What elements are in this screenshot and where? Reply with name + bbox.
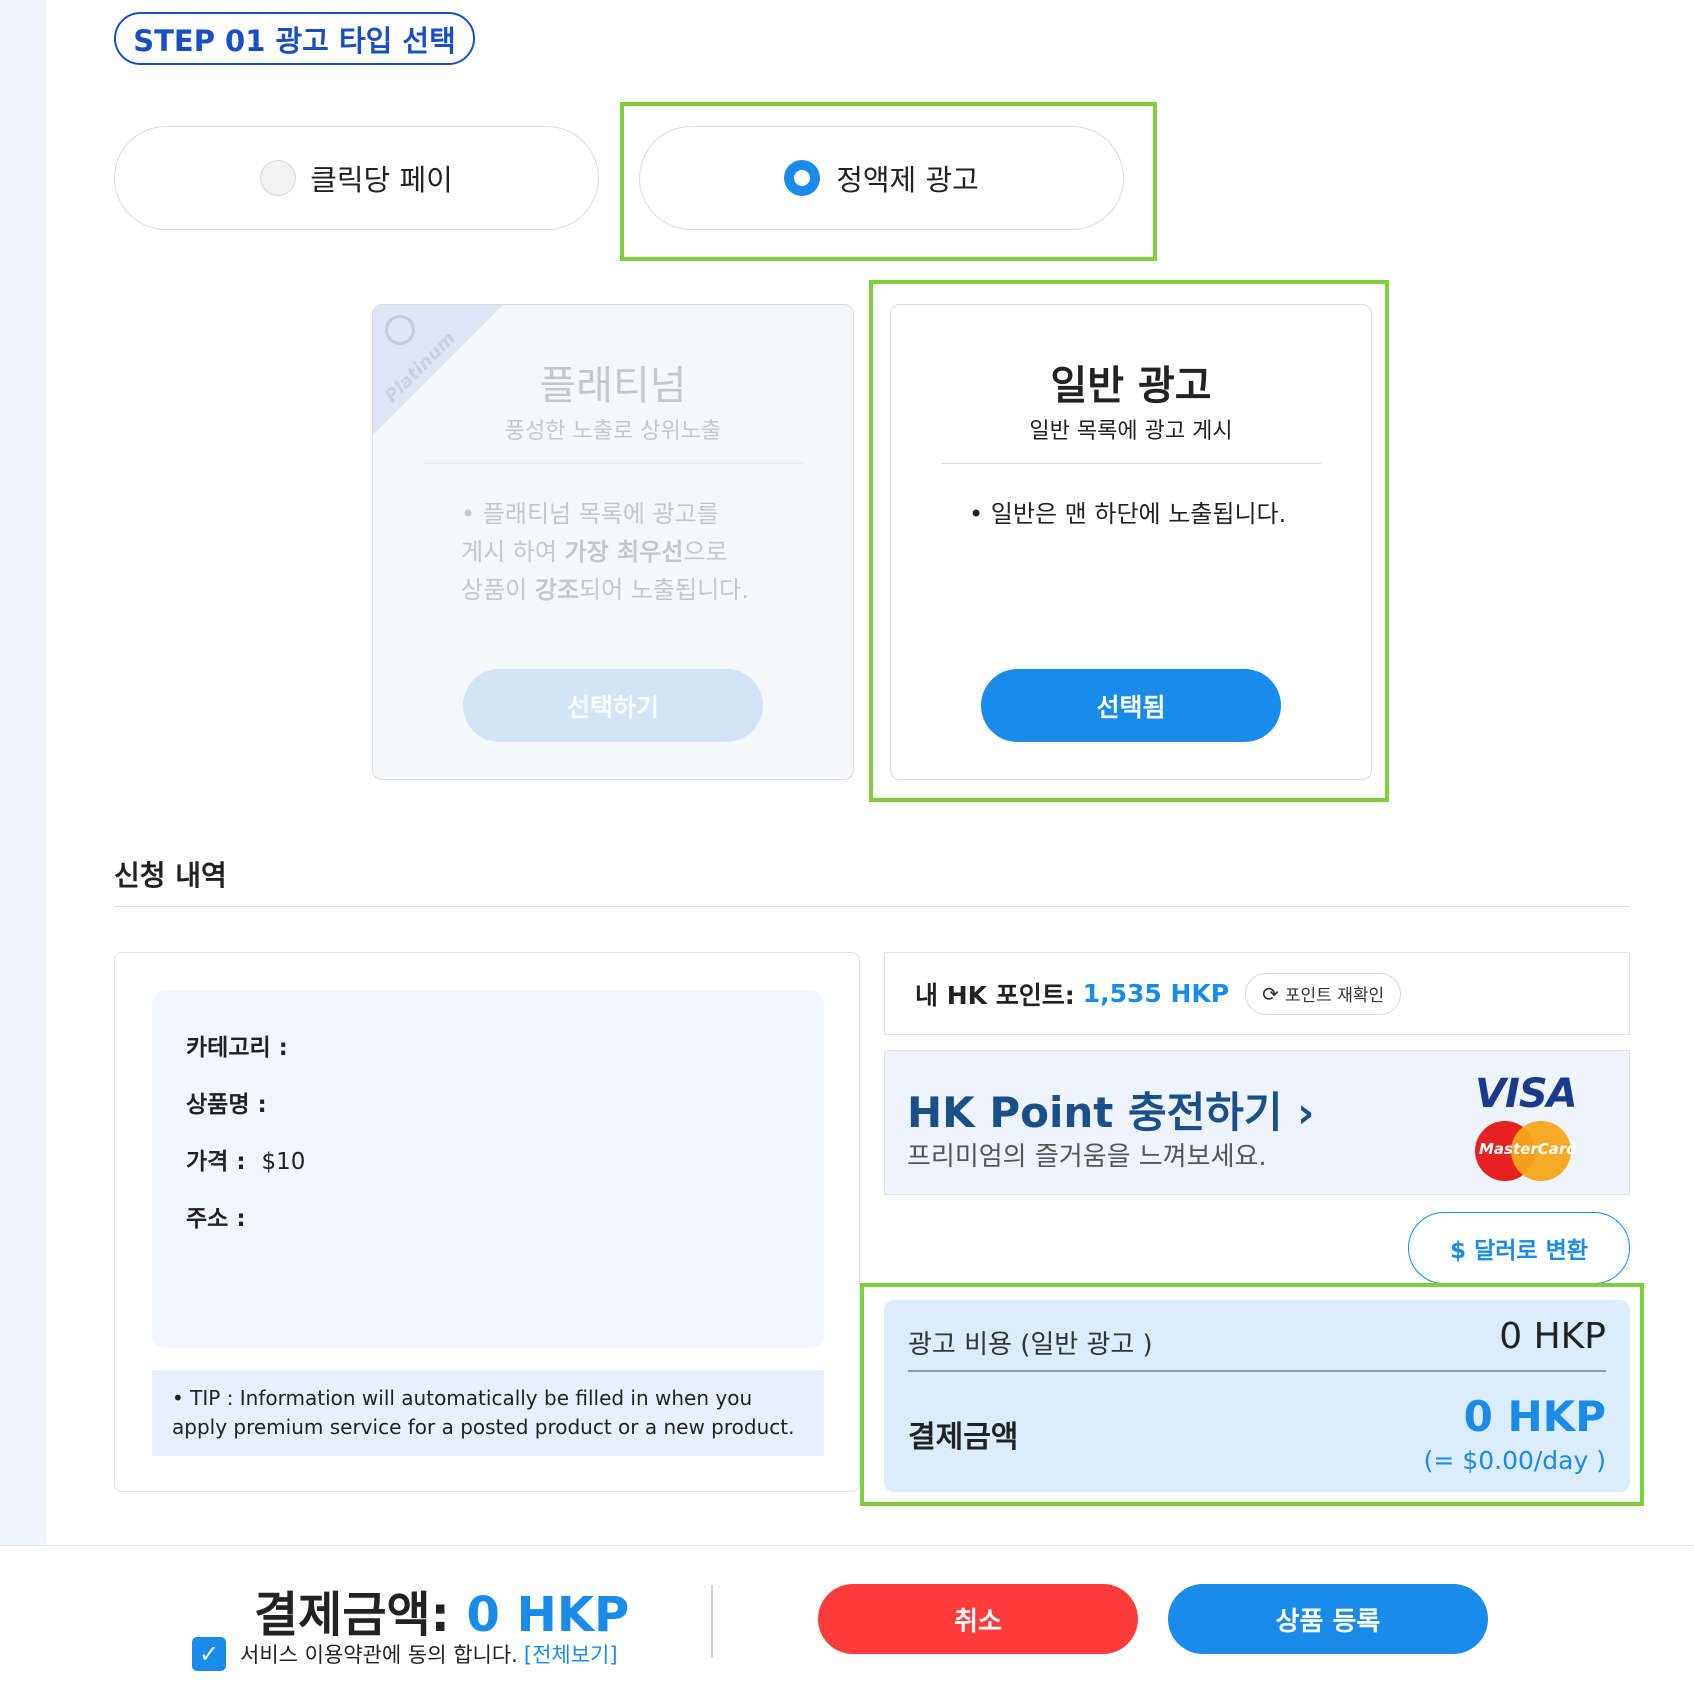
platinum-select-button[interactable]: 선택하기	[463, 669, 763, 742]
section-title: 신청 내역	[114, 859, 227, 892]
address-label: 주소 :	[186, 1206, 246, 1232]
tip-text: • TIP : Information will automatically b…	[152, 1370, 824, 1456]
platinum-desc-line: 상품이 강조되어 노출됩니다.	[461, 576, 749, 604]
total-label: 결제금액:	[254, 1587, 467, 1643]
divider	[941, 463, 1321, 464]
points-value: 1,535 HKP	[1082, 979, 1230, 1008]
hk-point-charge-banner[interactable]: HK Point 충전하기 › 프리미엄의 즐거움을 느껴보세요. VISA M…	[884, 1050, 1630, 1195]
normal-ad-subtitle: 일반 목록에 광고 게시	[1029, 419, 1233, 444]
convert-to-dollar-button[interactable]: $ 달러로 변환	[1408, 1212, 1630, 1284]
charge-title: HK Point 충전하기 ›	[907, 1088, 1315, 1137]
left-strip	[0, 0, 46, 1545]
price-row: 가격 : $10	[186, 1142, 305, 1176]
terms-view-all-link[interactable]: [전체보기]	[524, 1639, 618, 1669]
price-label: 가격 :	[186, 1149, 246, 1175]
divider	[711, 1585, 713, 1657]
price-value: $10	[261, 1149, 306, 1175]
platinum-card: Platinum 플래티넘 풍성한 노출로 상위노출 • 플래티넘 목록에 광고…	[372, 304, 854, 780]
platinum-title: 플래티넘	[539, 363, 687, 409]
visa-logo: VISA	[1475, 1071, 1578, 1117]
step-title: STEP 01 광고 타입 선택	[114, 12, 475, 65]
ad-type-cpc-option[interactable]: 클릭당 페이	[114, 126, 599, 230]
ad-cost-value: 0 HKP	[1499, 1316, 1606, 1357]
terms-text: 서비스 이용약관에 동의 합니다.	[240, 1643, 518, 1667]
points-label: 내 HK 포인트:	[915, 980, 1075, 1010]
divider	[423, 463, 803, 464]
charge-subtitle: 프리미엄의 즐거움을 느껴보세요.	[907, 1142, 1267, 1172]
ad-type-cpc-label: 클릭당 페이	[310, 163, 453, 197]
terms-checkbox[interactable]: ✓	[192, 1637, 226, 1671]
ad-type-flat-label: 정액제 광고	[836, 163, 979, 197]
cost-summary-box: 광고 비용 (일반 광고 ) 0 HKP 결제금액 0 HKP (= $0.00…	[884, 1300, 1630, 1492]
platinum-desc-line: • 플래티넘 목록에 광고를	[461, 500, 719, 528]
points-recheck-button[interactable]: ⟳ 포인트 재확인	[1245, 972, 1402, 1015]
payment-per-day: (= $0.00/day )	[1423, 1446, 1606, 1475]
ad-type-flat-option[interactable]: 정액제 광고	[639, 126, 1124, 230]
refresh-icon: ⟳	[1262, 981, 1279, 1006]
platinum-subtitle: 풍성한 노출로 상위노출	[504, 419, 722, 444]
divider	[114, 906, 1630, 907]
total-value: 0 HKP	[466, 1587, 630, 1643]
recheck-label: 포인트 재확인	[1284, 986, 1385, 1006]
radio-checked-icon[interactable]	[784, 160, 821, 196]
normal-ad-description: • 일반은 맨 하단에 노출됩니다.	[969, 500, 1287, 528]
payment-amount-value: 0 HKP	[1463, 1392, 1606, 1441]
normal-ad-title: 일반 광고	[1050, 363, 1212, 409]
mastercard-logo: MasterCard	[1475, 1121, 1577, 1181]
platinum-description: • 플래티넘 목록에 광고를 게시 하여 가장 최우선으로 상품이 강조되어 노…	[461, 495, 783, 609]
platinum-desc-line: 게시 하여 가장 최우선으로	[461, 538, 728, 566]
payment-amount-label: 결제금액	[908, 1420, 1019, 1455]
terms-agreement: ✓ 서비스 이용약관에 동의 합니다. [전체보기]	[192, 1637, 618, 1671]
product-name-label: 상품명 :	[186, 1092, 267, 1118]
normal-ad-card: 일반 광고 일반 목록에 광고 게시 • 일반은 맨 하단에 노출됩니다. 선택…	[890, 304, 1372, 780]
total-payment: 결제금액: 0 HKP	[254, 1575, 629, 1645]
platinum-badge-icon	[385, 315, 415, 345]
category-label: 카테고리 :	[186, 1035, 288, 1061]
divider	[908, 1370, 1606, 1372]
hk-points-box: 내 HK 포인트: 1,535 HKP ⟳ 포인트 재확인	[884, 952, 1630, 1035]
ad-cost-label: 광고 비용 (일반 광고 )	[908, 1330, 1153, 1360]
register-product-button[interactable]: 상품 등록	[1168, 1584, 1488, 1654]
cancel-button[interactable]: 취소	[818, 1584, 1138, 1654]
normal-ad-selected-button[interactable]: 선택됨	[981, 669, 1281, 742]
radio-unchecked-icon[interactable]	[260, 160, 297, 196]
